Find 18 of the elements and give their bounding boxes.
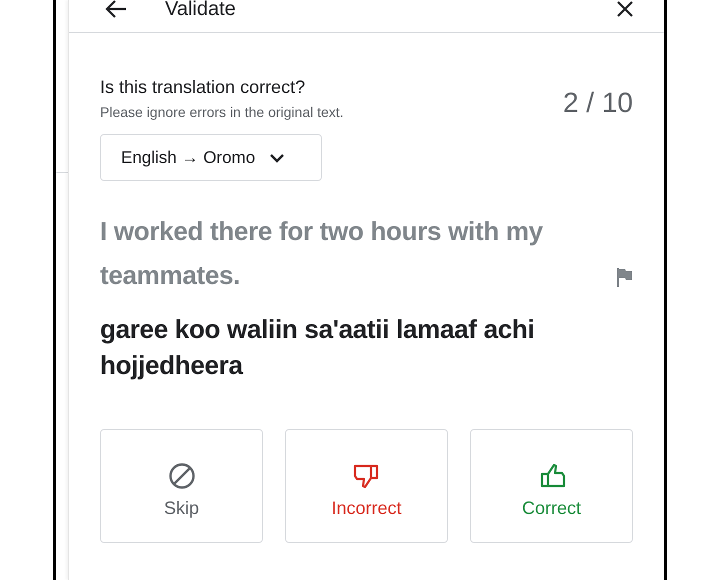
back-arrow-icon: [105, 0, 127, 19]
source-sentence: I worked there for two hours with my teammates.: [100, 215, 544, 292]
back-button[interactable]: [105, 0, 127, 19]
translation-sentence: garee koo waliin sa'aatii lamaaf achi hojjedheera: [100, 313, 536, 382]
question-title: Is this translation correct?: [100, 77, 306, 98]
thumbs-down-icon: [352, 462, 380, 490]
prohibited-icon: [168, 462, 196, 490]
dialog-title: Validate: [165, 0, 237, 20]
correct-button[interactable]: Correct: [470, 429, 633, 543]
progress-counter: 2 / 10: [562, 87, 633, 119]
close-icon: [616, 0, 634, 18]
skip-button[interactable]: Skip: [100, 429, 263, 543]
incorrect-button[interactable]: Incorrect: [285, 429, 448, 543]
question-subtitle: Please ignore errors in the original text.: [100, 104, 344, 120]
close-button[interactable]: [616, 0, 634, 18]
flag-icon[interactable]: [615, 267, 633, 287]
language-dropdown[interactable]: English → Oromo: [100, 134, 322, 181]
chevron-down-icon: [269, 152, 286, 162]
